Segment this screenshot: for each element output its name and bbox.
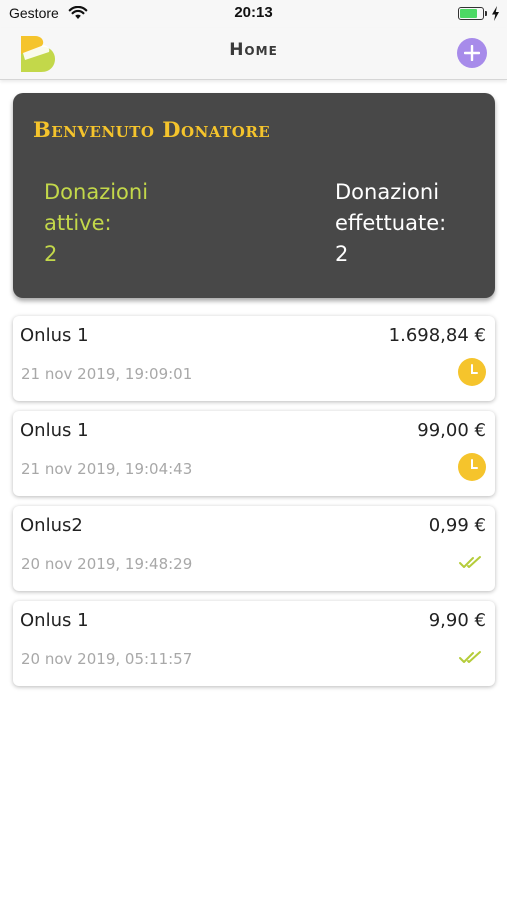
status-bar: Gestore 20:13 — [0, 0, 507, 28]
donation-item[interactable]: Onlus 1 99,00 € 21 nov 2019, 19:04:43 — [13, 411, 495, 496]
donation-recipient: Onlus 1 — [20, 610, 89, 631]
carrier-name: Gestore — [9, 5, 59, 21]
active-donations-value: 2 — [44, 242, 58, 266]
battery-icon — [458, 7, 484, 20]
donation-item[interactable]: Onlus2 0,99 € 20 nov 2019, 19:48:29 — [13, 506, 495, 591]
welcome-card: Benvenuto Donatore Donazioni attive: 2 D… — [13, 93, 495, 298]
completed-donations-stat: Donazioni effettuate: 2 — [335, 177, 475, 270]
donation-amount: 0,99 € — [428, 515, 486, 536]
add-donation-button[interactable] — [457, 38, 487, 68]
double-check-icon — [459, 556, 481, 568]
nav-bar: Home — [0, 28, 507, 80]
donation-amount: 99,00 € — [417, 420, 486, 441]
plus-icon — [464, 45, 480, 61]
donation-date: 20 nov 2019, 05:11:57 — [21, 650, 193, 668]
completed-donations-value: 2 — [335, 242, 349, 266]
donation-date: 21 nov 2019, 19:09:01 — [21, 365, 193, 383]
donation-list: Onlus 1 1.698,84 € 21 nov 2019, 19:09:01… — [13, 316, 495, 696]
clock-icon — [458, 358, 486, 386]
completed-donations-label: Donazioni effettuate: — [335, 180, 447, 235]
donation-recipient: Onlus 1 — [20, 420, 89, 441]
donation-amount: 9,90 € — [428, 610, 486, 631]
double-check-icon — [459, 651, 481, 663]
active-donations-label: Donazioni attive: — [44, 180, 149, 235]
welcome-title: Benvenuto Donatore — [33, 117, 271, 142]
clock-icon — [458, 453, 486, 481]
donation-item[interactable]: Onlus 1 1.698,84 € 21 nov 2019, 19:09:01 — [13, 316, 495, 401]
charging-bolt-icon — [492, 6, 499, 21]
wifi-icon — [68, 6, 88, 19]
page-title: Home — [229, 40, 278, 60]
donation-item[interactable]: Onlus 1 9,90 € 20 nov 2019, 05:11:57 — [13, 601, 495, 686]
donation-amount: 1.698,84 € — [388, 325, 486, 346]
donation-recipient: Onlus2 — [20, 515, 83, 536]
donation-date: 21 nov 2019, 19:04:43 — [21, 460, 193, 478]
active-donations-stat: Donazioni attive: 2 — [44, 177, 184, 270]
app-logo-icon[interactable] — [17, 32, 57, 76]
donation-recipient: Onlus 1 — [20, 325, 89, 346]
battery-tip — [485, 11, 487, 16]
donation-date: 20 nov 2019, 19:48:29 — [21, 555, 193, 573]
